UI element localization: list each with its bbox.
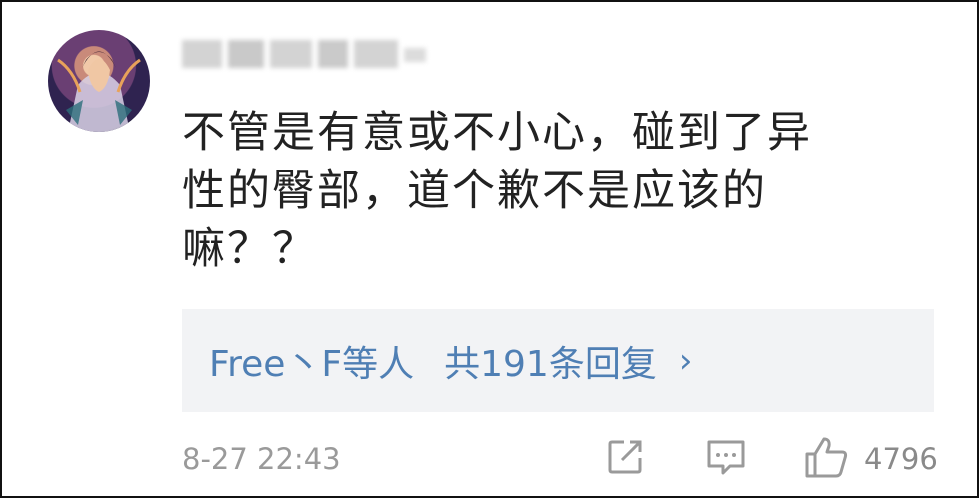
username-redacted[interactable]	[182, 34, 444, 74]
comment-text: 不管是有意或不小心，碰到了异 性的臀部，道个歉不是应该的 嘛？？	[182, 108, 812, 274]
reply-count[interactable]: 共191条回复	[444, 335, 657, 387]
thumbs-up-icon[interactable]	[804, 434, 850, 482]
reply-users[interactable]: Free丶F等人	[209, 335, 414, 387]
chevron-right-icon: ›	[678, 340, 693, 381]
avatar-image	[57, 51, 141, 132]
replies-preview[interactable]: Free丶F等人 共191条回复 ›	[182, 309, 934, 412]
like-count: 4796	[864, 442, 938, 476]
timestamp: 8-27 22:43	[182, 442, 341, 476]
share-icon[interactable]	[606, 434, 646, 482]
comment-icon[interactable]	[705, 434, 749, 482]
avatar[interactable]	[48, 30, 150, 132]
comment-card: 不管是有意或不小心，碰到了异 性的臀部，道个歉不是应该的 嘛？？ Free丶F等…	[0, 0, 979, 498]
